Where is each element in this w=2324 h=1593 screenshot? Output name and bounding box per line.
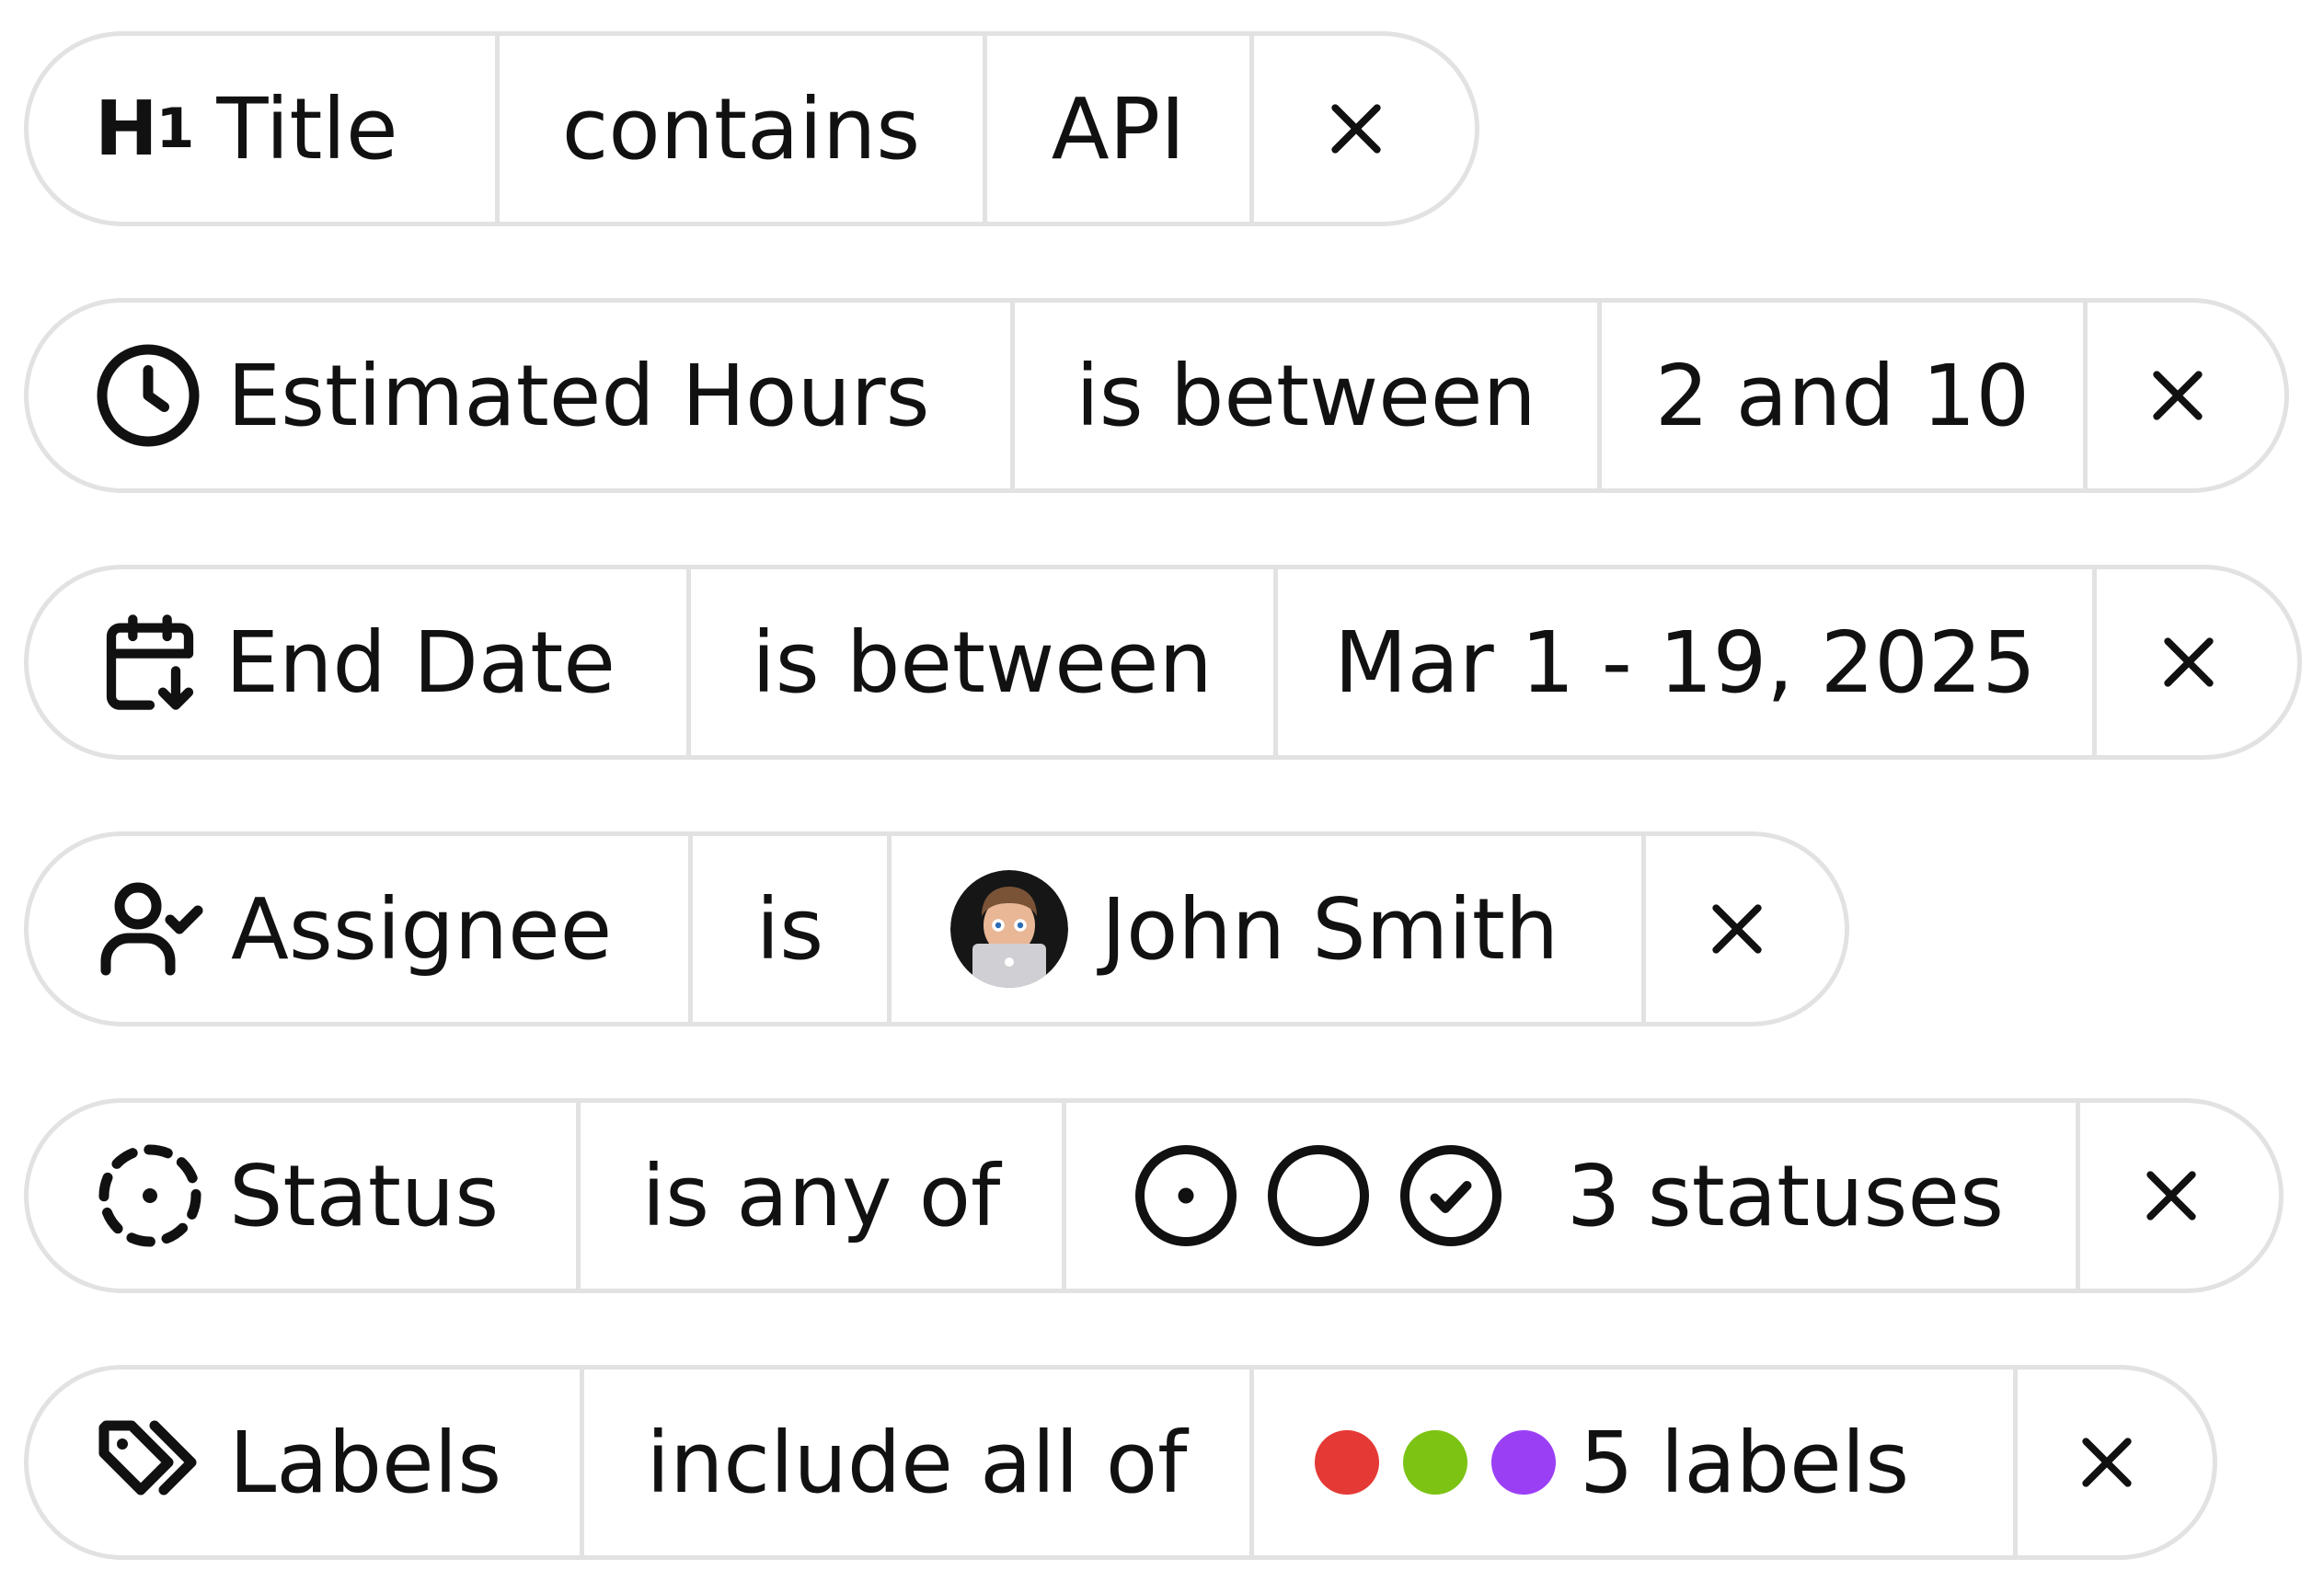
filter-value-label: 2 and 10 (1654, 346, 2031, 445)
close-icon (1331, 104, 1381, 154)
circle-dot-icon (1135, 1145, 1237, 1246)
filter-operator-button[interactable]: contains (500, 36, 987, 222)
label-color-dot (1315, 1430, 1379, 1495)
remove-filter-button[interactable] (1254, 36, 1475, 222)
close-icon (1712, 904, 1762, 954)
filter-field-label: Assignee (231, 879, 613, 979)
close-icon (2164, 637, 2214, 687)
remove-filter-button[interactable] (2088, 303, 2284, 488)
filter-operator-label: is between (752, 613, 1213, 712)
remove-filter-button[interactable] (2097, 569, 2297, 755)
filter-field-button[interactable]: Estimated Hours (29, 303, 1015, 488)
filter-field-button[interactable]: Status (29, 1103, 581, 1289)
remove-filter-button[interactable] (1646, 836, 1845, 1022)
filter-operator-button[interactable]: include all of (584, 1370, 1254, 1555)
filter-field-label: Labels (229, 1413, 502, 1512)
circle-icon (1268, 1145, 1369, 1246)
filter-operator-button[interactable]: is between (691, 569, 1278, 755)
close-icon (2146, 1171, 2196, 1221)
remove-filter-button[interactable] (2080, 1103, 2279, 1289)
filter-chip-end-date: End Date is between Mar 1 - 19, 2025 (24, 565, 2302, 760)
filter-field-button[interactable]: Assignee (29, 836, 693, 1022)
close-icon (2082, 1438, 2132, 1487)
filter-field-button[interactable]: End Date (29, 569, 691, 755)
filter-operator-label: contains (561, 79, 921, 178)
filter-operator-label: is any of (641, 1146, 1001, 1245)
avatar (950, 870, 1068, 988)
filter-chip-status: Status is any of 3 statuses (24, 1098, 2284, 1293)
filter-value-label: John Smith (1101, 879, 1559, 979)
dashed-circle-dot-icon (98, 1144, 201, 1247)
filter-operator-button[interactable]: is between (1015, 303, 1602, 488)
filter-value-label: 3 statuses (1567, 1146, 2005, 1245)
filter-value-button[interactable]: Mar 1 - 19, 2025 (1278, 569, 2097, 755)
label-color-dot (1491, 1430, 1556, 1495)
filter-field-button[interactable]: H1 Title (29, 36, 500, 222)
filter-value-button[interactable]: API (987, 36, 1254, 222)
calendar-arrow-down-icon (106, 614, 194, 710)
filter-field-label: Status (229, 1146, 500, 1245)
heading-h1-icon: H1 (95, 85, 194, 173)
tags-icon (98, 1420, 197, 1496)
filter-chip-title: H1 Title contains API (24, 31, 1479, 226)
remove-filter-button[interactable] (2018, 1370, 2213, 1555)
filter-field-button[interactable]: Labels (29, 1370, 584, 1555)
filter-operator-label: is between (1076, 346, 1536, 445)
filter-value-label: API (1051, 79, 1186, 178)
filter-value-button[interactable]: 2 and 10 (1602, 303, 2088, 488)
filter-operator-button[interactable]: is (693, 836, 892, 1022)
filter-field-label: Estimated Hours (227, 346, 930, 445)
filter-field-label: Title (216, 79, 398, 178)
filter-value-button[interactable]: 5 labels (1254, 1370, 2018, 1555)
filter-operator-button[interactable]: is any of (581, 1103, 1066, 1289)
filter-value-button[interactable]: 3 statuses (1066, 1103, 2080, 1289)
filter-operator-label: include all of (646, 1413, 1188, 1512)
circle-check-icon (1400, 1145, 1501, 1246)
filter-chip-estimated-hours: Estimated Hours is between 2 and 10 (24, 298, 2289, 493)
filter-value-label: Mar 1 - 19, 2025 (1334, 613, 2036, 712)
filter-chip-list: H1 Title contains API Estimated Hours is… (24, 31, 2306, 1576)
close-icon (2153, 371, 2203, 420)
filter-value-button[interactable]: John Smith (892, 836, 1646, 1022)
filter-chip-assignee: Assignee is John Smith (24, 831, 1849, 1026)
filter-chip-labels: Labels include all of 5 labels (24, 1365, 2217, 1560)
label-color-dot (1403, 1430, 1467, 1495)
user-check-icon (100, 882, 203, 976)
filter-operator-label: is (755, 879, 824, 979)
clock-icon (97, 344, 200, 447)
filter-field-label: End Date (225, 613, 616, 712)
filter-value-label: 5 labels (1580, 1413, 1910, 1512)
